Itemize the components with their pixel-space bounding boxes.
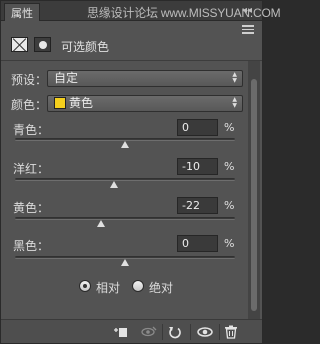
select-arrows-icon: ▲ ▼ — [232, 71, 237, 84]
yellow-input[interactable]: -22 — [177, 197, 218, 214]
properties-panel: 属性 思缘设计论坛 www.MISSYUAN.COM ◂◂ 可选颜色 预设： 自… — [0, 0, 281, 344]
footer-divider — [190, 324, 191, 340]
black-unit: % — [224, 237, 235, 250]
yellow-unit: % — [224, 199, 235, 212]
colors-select[interactable]: 黄色 ▲ ▼ — [47, 95, 243, 112]
reset-icon[interactable] — [167, 325, 183, 339]
scrollbar-thumb[interactable] — [251, 79, 257, 311]
yellow-slider-track[interactable] — [15, 217, 235, 220]
preset-select[interactable]: 自定 ▲ ▼ — [47, 70, 243, 87]
black-input[interactable]: 0 — [177, 235, 218, 252]
adjustment-header: 可选颜色 — [1, 31, 262, 59]
colors-label: 颜色： — [11, 98, 48, 112]
relative-label: 相对 — [96, 281, 121, 295]
color-swatch-icon — [54, 97, 66, 109]
absolute-label: 绝对 — [149, 281, 174, 295]
trash-icon[interactable] — [224, 325, 238, 339]
cyan-unit: % — [224, 121, 235, 134]
preset-value: 自定 — [54, 71, 79, 85]
relative-radio[interactable] — [79, 280, 91, 292]
yellow-slider-thumb[interactable] — [96, 220, 105, 227]
cyan-slider-thumb[interactable] — [121, 141, 129, 148]
cyan-label: 青色： — [13, 123, 50, 137]
absolute-radio[interactable] — [132, 280, 144, 292]
visibility-eye-icon[interactable] — [196, 325, 214, 339]
footer-divider — [219, 324, 220, 340]
colors-value: 黄色 — [69, 96, 94, 110]
header-divider — [1, 60, 262, 61]
panel-titlebar: 属性 思缘设计论坛 www.MISSYUAN.COM ◂◂ — [1, 1, 281, 21]
black-slider-thumb[interactable] — [121, 259, 129, 266]
magenta-label: 洋红： — [13, 162, 50, 176]
adjustment-title: 可选颜色 — [61, 40, 110, 54]
clip-to-layer-icon[interactable] — [113, 325, 129, 339]
layer-mask-icon[interactable] — [34, 37, 51, 52]
panel-footer — [1, 319, 262, 343]
magenta-input[interactable]: -10 — [177, 158, 218, 175]
cyan-input[interactable]: 0 — [177, 119, 218, 136]
adjustment-layer-icon[interactable] — [11, 37, 28, 52]
collapse-icon[interactable]: ◂◂ — [242, 5, 252, 16]
select-arrows-icon: ▲ ▼ — [232, 96, 237, 109]
footer-divider — [162, 324, 163, 340]
magenta-slider-track[interactable] — [15, 178, 235, 181]
preset-label: 预设： — [11, 73, 48, 87]
magenta-unit: % — [224, 160, 235, 173]
tab-properties[interactable]: 属性 — [4, 3, 40, 21]
yellow-label: 黄色： — [13, 201, 50, 215]
view-previous-state-icon[interactable] — [140, 325, 158, 339]
magenta-slider-thumb[interactable] — [110, 181, 118, 188]
black-label: 黑色： — [13, 239, 50, 253]
